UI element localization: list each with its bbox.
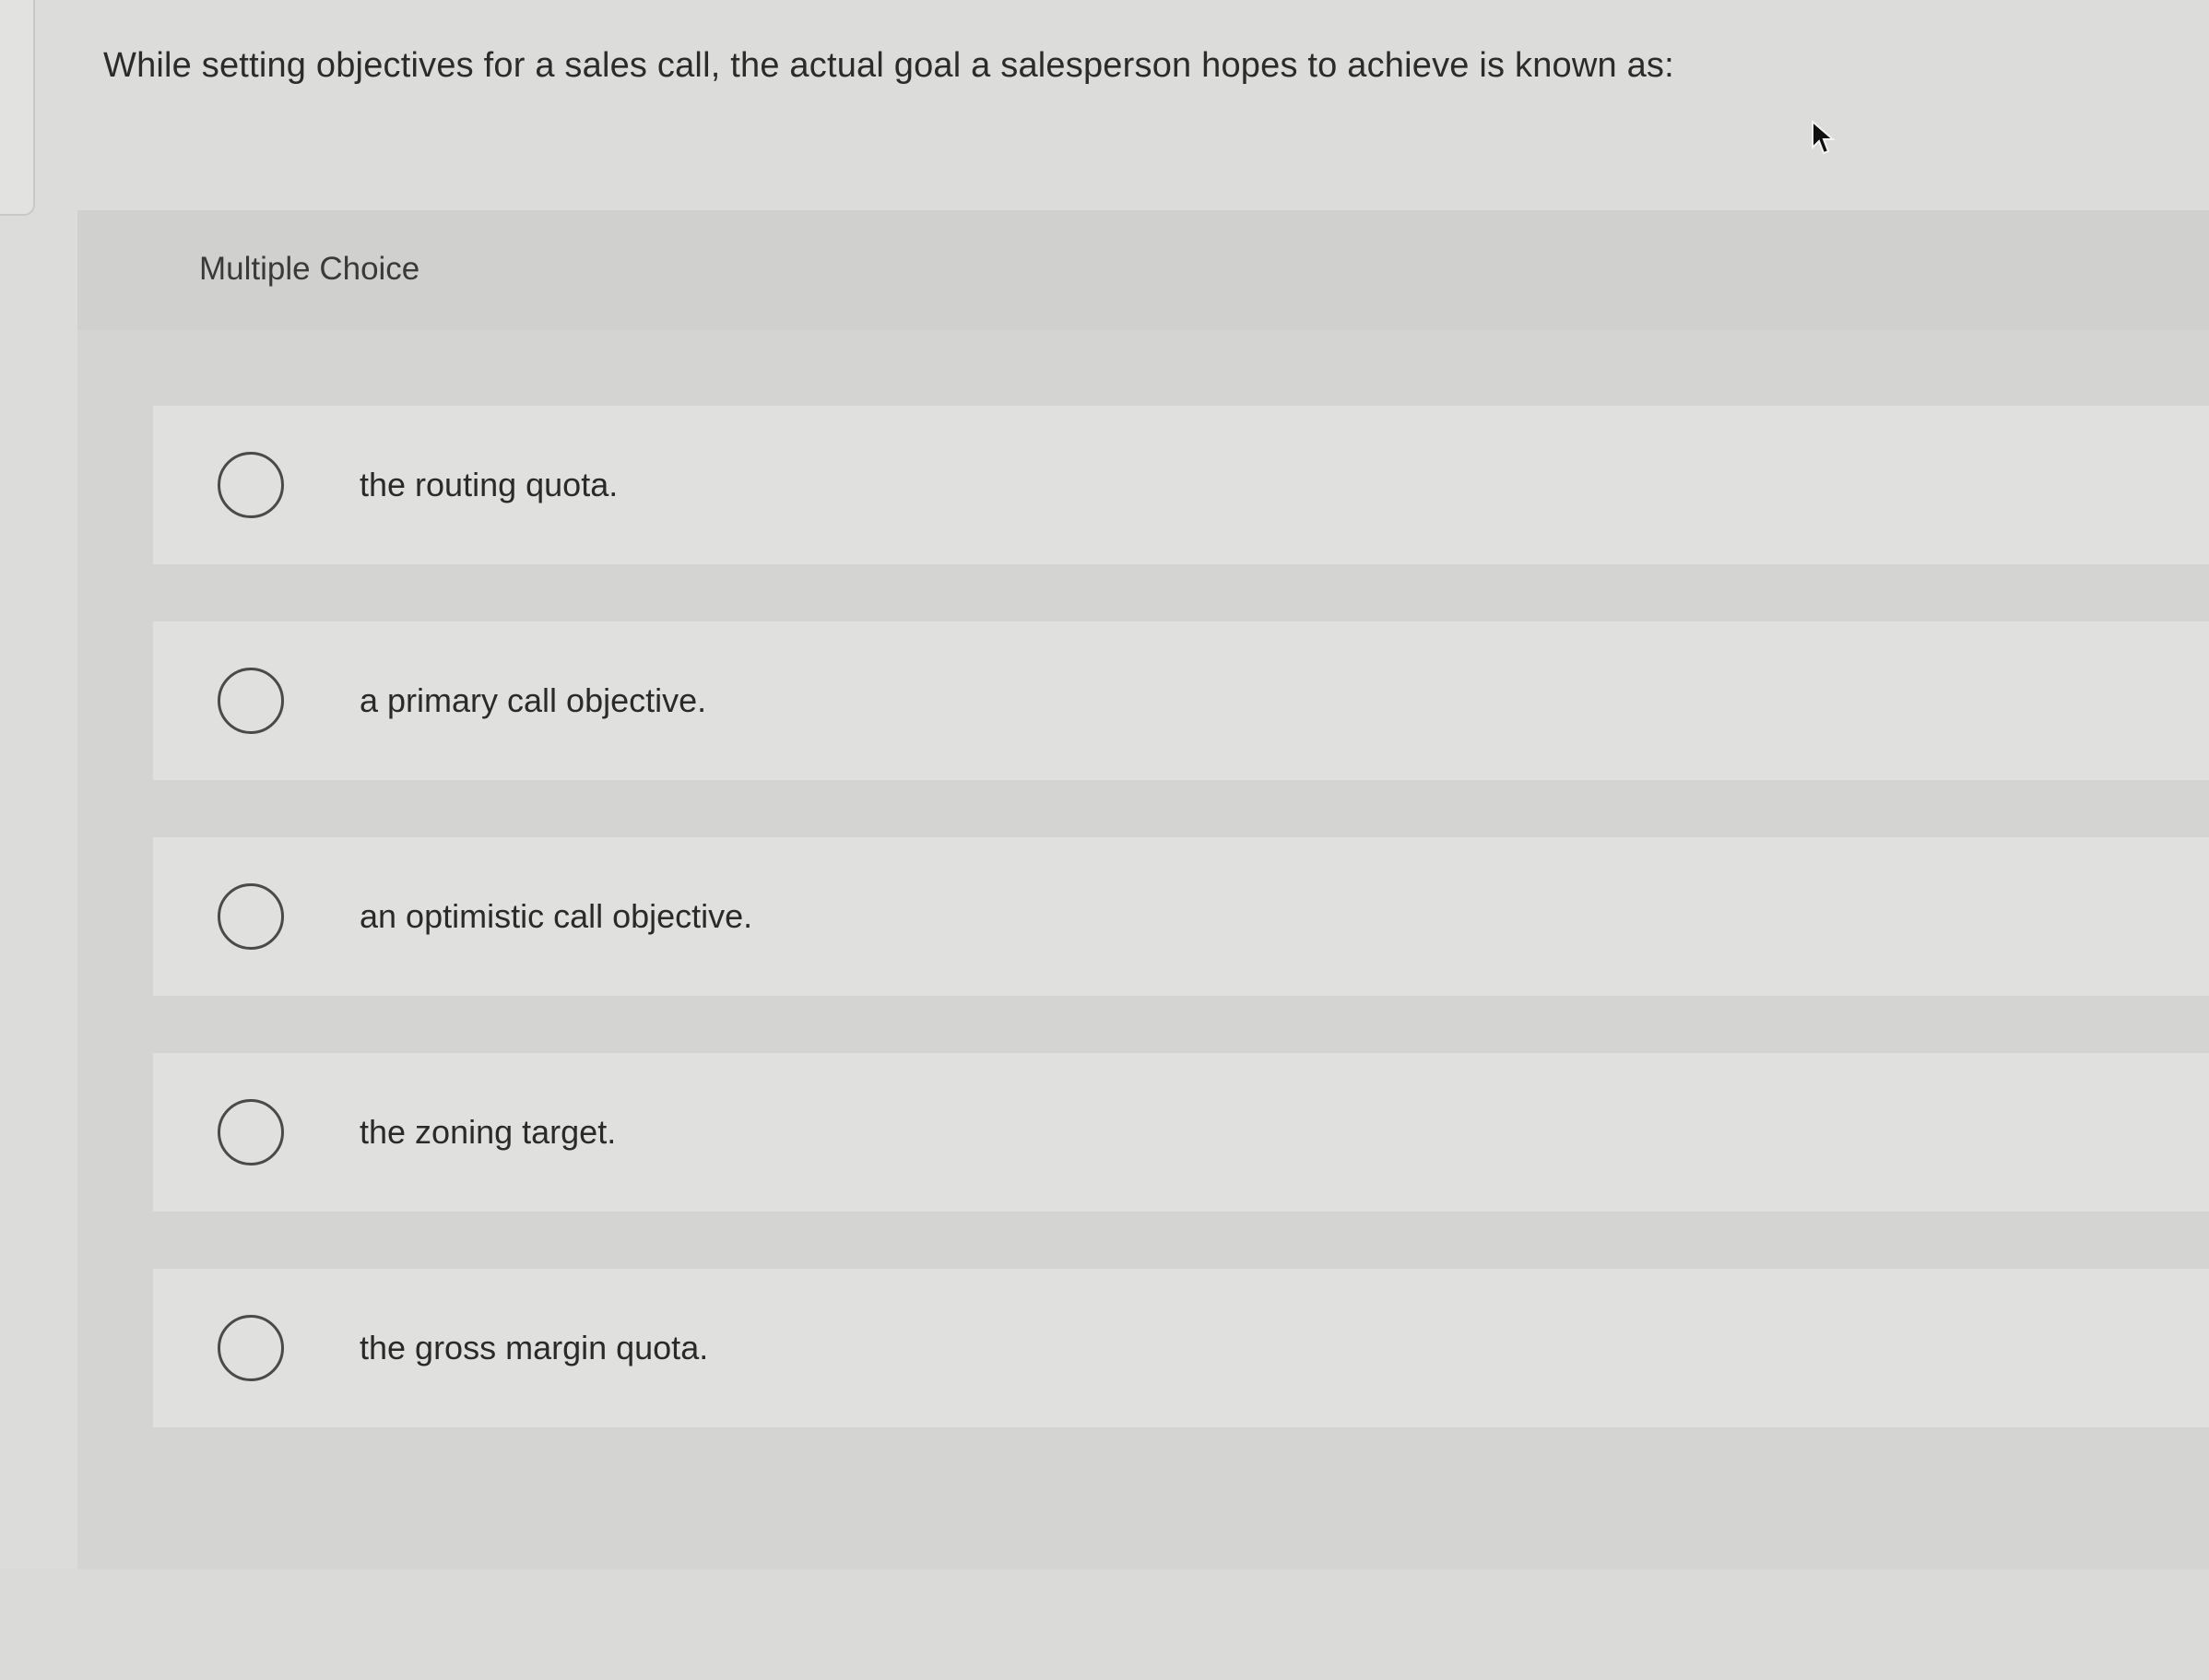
radio-button-icon[interactable]	[218, 668, 284, 734]
mouse-pointer-icon	[1812, 120, 1836, 155]
radio-button-icon[interactable]	[218, 883, 284, 950]
answer-option-label: the zoning target.	[360, 1113, 617, 1151]
page-footer-area	[0, 1569, 2209, 1680]
answer-option[interactable]: the zoning target.	[153, 1053, 2209, 1212]
question-type-header: Multiple Choice	[77, 210, 2209, 330]
answer-option[interactable]: the routing quota.	[153, 406, 2209, 564]
answer-option-label: a primary call objective.	[360, 681, 707, 719]
answer-option-label: the gross margin quota.	[360, 1329, 709, 1366]
answer-option-label: an optimistic call objective.	[360, 897, 753, 935]
question-prompt: While setting objectives for a sales cal…	[103, 46, 1674, 85]
answer-option[interactable]: a primary call objective.	[153, 621, 2209, 780]
radio-button-icon[interactable]	[218, 1099, 284, 1165]
side-panel-edge	[0, 0, 35, 216]
question-type-label: Multiple Choice	[199, 251, 420, 287]
answer-option[interactable]: an optimistic call objective.	[153, 837, 2209, 996]
radio-button-icon[interactable]	[218, 1315, 284, 1381]
answer-option-label: the routing quota.	[360, 466, 619, 503]
answer-options: the routing quota. a primary call object…	[153, 406, 2209, 1485]
radio-button-icon[interactable]	[218, 452, 284, 518]
multiple-choice-panel: Multiple Choice the routing quota. a pri…	[77, 210, 2209, 1569]
answer-option[interactable]: the gross margin quota.	[153, 1269, 2209, 1427]
